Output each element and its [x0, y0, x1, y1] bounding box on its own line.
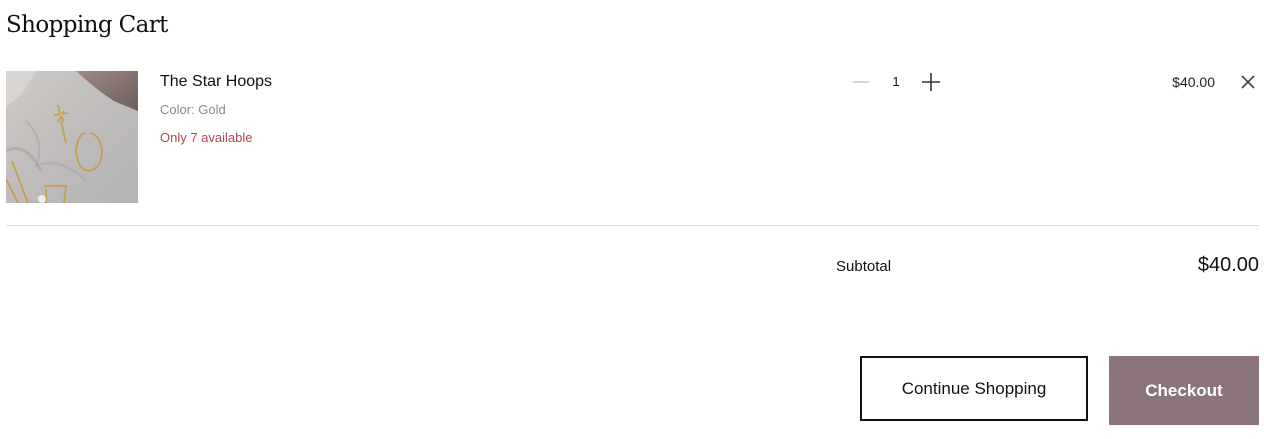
continue-shopping-button[interactable]: Continue Shopping	[860, 356, 1088, 421]
line-item-price: $40.00	[1172, 74, 1215, 90]
decrease-quantity-button[interactable]	[846, 66, 876, 98]
product-image[interactable]	[6, 71, 138, 203]
product-name[interactable]: The Star Hoops	[160, 72, 272, 92]
close-icon	[1241, 75, 1255, 89]
shopping-cart-page: Shopping Cart The Star Hoops Color: Gold…	[0, 0, 1264, 439]
remove-item-button[interactable]	[1238, 72, 1258, 92]
checkout-button[interactable]: Checkout	[1109, 356, 1259, 425]
product-photo-illustration	[6, 71, 138, 203]
cart-divider	[6, 225, 1259, 226]
subtotal-value: $40.00	[1197, 254, 1259, 276]
quantity-stepper: 1	[846, 66, 946, 98]
quantity-value[interactable]: 1	[882, 66, 910, 98]
increase-quantity-button[interactable]	[916, 66, 946, 98]
product-variant: Color: Gold	[160, 102, 226, 117]
subtotal-label: Subtotal	[836, 258, 892, 275]
plus-icon	[922, 73, 940, 91]
minus-icon	[853, 81, 869, 83]
stock-warning: Only 7 available	[160, 130, 253, 145]
page-title: Shopping Cart	[6, 12, 168, 38]
